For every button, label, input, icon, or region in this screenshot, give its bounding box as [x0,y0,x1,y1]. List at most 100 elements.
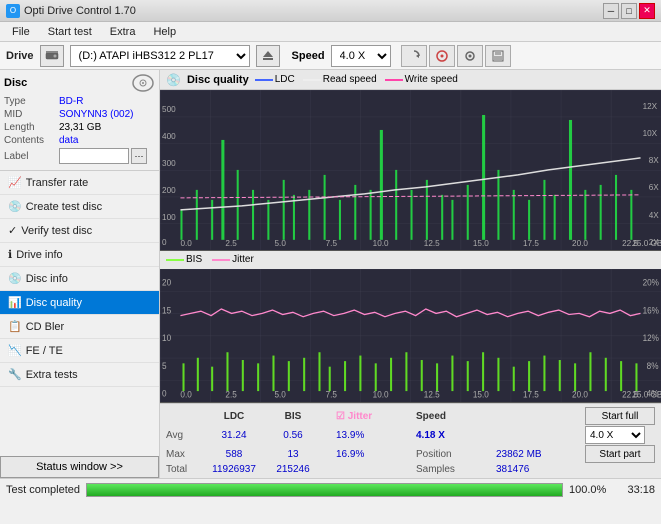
legend-jitter-color [212,259,230,261]
charts-container: 0 100 200 300 400 500 2X 4X 6X 8X 10X 12… [160,90,661,403]
disc-quality-icon: 📊 [8,296,22,309]
close-button[interactable]: ✕ [639,3,655,19]
disc-mid-label: MID [4,109,59,120]
svg-text:16%: 16% [643,305,660,315]
main-content: Disc Type BD-R MID SONYNN3 (002) Length … [0,70,661,478]
toolbar-icons [401,45,511,67]
settings-button[interactable] [457,45,483,67]
title-bar: O Opti Drive Control 1.70 ─ □ ✕ [0,0,661,22]
disc-info-icon: 💿 [8,272,22,285]
svg-text:2.5: 2.5 [225,239,237,248]
total-bis: 215246 [266,464,320,475]
drive-bar: Drive (D:) ATAPI iHBS312 2 PL17 Speed 4.… [0,42,661,70]
verify-test-disc-icon: ✓ [8,224,17,237]
svg-text:12X: 12X [643,102,658,111]
progress-area: Test completed 100.0% 33:18 [0,478,661,500]
status-window-button[interactable]: Status window >> [0,456,159,478]
svg-text:7.5: 7.5 [326,239,338,248]
max-label: Max [166,449,202,460]
disc-contents-row: Contents data [4,135,155,146]
max-bis: 13 [266,449,320,460]
legend-read-speed-color [303,79,321,81]
disc-mid-row: MID SONYNN3 (002) [4,109,155,120]
svg-text:0.0: 0.0 [180,239,192,248]
start-full-button[interactable]: Start full [585,407,655,425]
disc-type-value: BD-R [59,96,83,107]
disc-label-input[interactable] [59,148,129,164]
header-bis: BIS [266,411,320,422]
menu-start-test[interactable]: Start test [40,24,100,40]
svg-text:8%: 8% [647,360,659,370]
sidebar-item-transfer-rate[interactable]: 📈 Transfer rate [0,171,159,195]
fe-te-icon: 📉 [8,344,22,357]
sidebar-item-create-test-disc[interactable]: 💿 Create test disc [0,195,159,219]
disc-type-label: Type [4,96,59,107]
disc-button[interactable] [429,45,455,67]
sidebar-item-fe-te[interactable]: 📉 FE / TE [0,339,159,363]
total-label: Total [166,464,202,475]
header-jitter: ☑ Jitter [336,411,416,422]
svg-text:12.5: 12.5 [424,239,440,248]
disc-panel-header: Disc [4,74,155,92]
eject-button[interactable] [256,45,280,67]
legend-ldc: LDC [255,74,295,85]
avg-ldc: 31.24 [202,430,266,441]
minimize-button[interactable]: ─ [603,3,619,19]
disc-label-row: Label ⋯ [4,148,155,164]
speed-dropdown[interactable]: 4.0 X [585,426,645,444]
sidebar-item-label: Drive info [16,249,62,261]
save-button[interactable] [485,45,511,67]
speed-label: Speed [292,50,325,62]
chart-panel-header: 💿 Disc quality LDC Read speed Write spee… [160,70,661,90]
disc-panel-title: Disc [4,77,27,89]
progress-percent: 100.0% [569,484,609,496]
max-jitter: 16.9% [336,449,416,460]
stats-total-row: Total 11926937 215246 Samples 381476 [166,464,655,475]
avg-jitter: 13.9% [336,430,416,441]
right-panel: 💿 Disc quality LDC Read speed Write spee… [160,70,661,478]
sidebar-item-disc-quality[interactable]: 📊 Disc quality [0,291,159,315]
chart-legend-2: BIS Jitter [160,251,661,269]
sidebar-item-label: Transfer rate [26,177,89,189]
svg-text:20: 20 [162,277,171,287]
svg-text:10.0: 10.0 [373,239,389,248]
upper-chart-svg: 0 100 200 300 400 500 2X 4X 6X 8X 10X 12… [160,90,661,250]
disc-panel: Disc Type BD-R MID SONYNN3 (002) Length … [0,70,159,171]
drive-icon-btn[interactable] [40,45,64,67]
disc-icon [131,74,155,92]
stats-header-row: LDC BIS ☑ Jitter Speed Start full [166,407,655,425]
upper-chart: 0 100 200 300 400 500 2X 4X 6X 8X 10X 12… [160,90,661,251]
menu-extra[interactable]: Extra [102,24,144,40]
svg-text:6X: 6X [649,183,660,192]
sidebar-item-cd-bler[interactable]: 📋 CD Bler [0,315,159,339]
legend-bis-color [166,259,184,261]
sidebar-item-label: Extra tests [26,369,78,381]
drive-selector[interactable]: (D:) ATAPI iHBS312 2 PL17 [70,45,250,67]
max-ldc: 588 [202,449,266,460]
start-part-button[interactable]: Start part [585,445,655,463]
svg-text:15.0: 15.0 [473,389,489,399]
svg-text:500: 500 [162,105,176,114]
menu-help[interactable]: Help [145,24,184,40]
refresh-button[interactable] [401,45,427,67]
lower-chart-svg: 0 5 10 15 20 4% 8% 12% 16% 20% 0.0 2.5 5… [160,269,661,402]
drive-info-icon: ℹ [8,248,12,261]
header-speed: Speed [416,411,496,422]
sidebar-item-extra-tests[interactable]: 🔧 Extra tests [0,363,159,387]
speed-selector[interactable]: 4.0 X [331,45,391,67]
menu-file[interactable]: File [4,24,38,40]
sidebar-item-disc-info[interactable]: 💿 Disc info [0,267,159,291]
avg-label: Avg [166,430,202,441]
svg-text:20%: 20% [643,277,660,287]
sidebar-item-verify-test-disc[interactable]: ✓ Verify test disc [0,219,159,243]
maximize-button[interactable]: □ [621,3,637,19]
cd-bler-icon: 📋 [8,320,22,333]
panel-title: Disc quality [187,74,249,86]
drive-label: Drive [6,50,34,62]
disc-label-browse[interactable]: ⋯ [131,148,147,164]
legend-write-speed-color [385,79,403,81]
svg-text:200: 200 [162,186,176,195]
svg-text:5: 5 [162,360,167,370]
sidebar-item-drive-info[interactable]: ℹ Drive info [0,243,159,267]
svg-text:12%: 12% [643,333,660,343]
